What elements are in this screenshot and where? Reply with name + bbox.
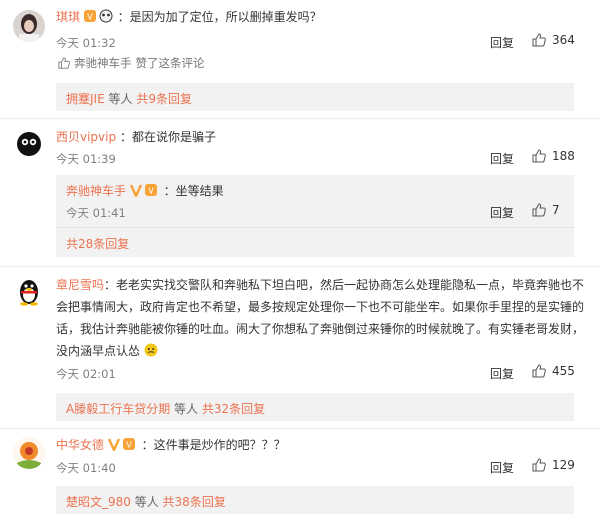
vip-badge-icon: V (107, 437, 138, 454)
replies-user[interactable]: 拥蹇JIE (66, 92, 105, 106)
sub-reply-time: 今天 01:41 (66, 206, 126, 220)
thumbs-up-icon (532, 458, 546, 472)
liked-by-user[interactable]: 奔驰神车手 (74, 55, 132, 71)
thumbs-up-icon (532, 33, 546, 47)
avatar-flower-icon (13, 437, 45, 469)
avatar[interactable] (13, 127, 45, 159)
divider (0, 428, 600, 429)
sub-reply-box: 奔驰神车手 V ：坐等结果 今天 01:41 回复 7 共28条回复 (56, 175, 574, 257)
like-button[interactable]: 129 (532, 458, 575, 472)
comment-text: ：都在说你是骗子 (119, 130, 216, 144)
liked-by-text: 赞了这条评论 (135, 56, 205, 70)
reply-button[interactable]: 回复 (490, 365, 514, 382)
divider (56, 227, 574, 228)
replies-count-link[interactable]: 共38条回复 (163, 495, 226, 509)
sub-like-count: 7 (552, 203, 560, 217)
comment-time: 今天 01:39 (56, 152, 116, 166)
divider (0, 266, 600, 267)
reply-button[interactable]: 回复 (490, 459, 514, 476)
like-count: 364 (552, 33, 575, 47)
username[interactable]: 琪琪 (56, 10, 80, 24)
like-count: 129 (552, 458, 575, 472)
comment-time: 今天 01:32 (56, 36, 116, 50)
vip-badge-icon: V (129, 183, 160, 200)
comment-text: ：老老实实找交警队和奔驰私下坦白吧，然后一起协商怎么处理能隐私一点，毕竟奔驰也不… (56, 278, 585, 358)
username[interactable]: 西贝vipvip (56, 130, 116, 144)
comment-time: 今天 01:40 (56, 461, 116, 475)
avatar[interactable] (13, 10, 45, 42)
comment-text: ：这件事是炒作的吧？？？ (141, 438, 286, 452)
avatar-qq-penguin-icon (13, 275, 45, 307)
avatar-soot-sprite-icon (13, 127, 45, 159)
replies-count-link[interactable]: 共28条回复 (66, 235, 129, 252)
emoji-icon (144, 342, 158, 364)
replies-summary[interactable]: A滕毅工行车贷分期 等人 共32条回复 (56, 393, 574, 421)
replies-etc: 等人 (170, 402, 202, 416)
replies-etc: 等人 (104, 92, 137, 106)
comment-text: ：是因为加了定位，所以删掉重发吗？ (117, 10, 322, 24)
like-button[interactable]: 455 (532, 364, 575, 378)
like-button[interactable]: 188 (532, 149, 575, 163)
svg-text:V: V (126, 441, 132, 450)
like-count: 188 (552, 149, 575, 163)
replies-etc: 等人 (130, 495, 163, 509)
sub-reply-username[interactable]: 奔驰神车手 (66, 184, 126, 198)
thumbs-up-icon (532, 364, 546, 378)
avatar[interactable] (13, 275, 45, 307)
replies-count-link[interactable]: 共9条回复 (136, 92, 192, 106)
like-button[interactable]: 364 (532, 33, 575, 47)
sub-like-button[interactable]: 7 (532, 203, 560, 217)
avatar[interactable] (13, 437, 45, 469)
reply-button[interactable]: 回复 (490, 150, 514, 167)
reply-button[interactable]: 回复 (490, 34, 514, 51)
replies-user[interactable]: 楚昭文_980 (66, 495, 131, 509)
username[interactable]: 中华女德 (56, 438, 104, 452)
comment-time: 今天 02:01 (56, 367, 116, 381)
avatar-photo-icon (13, 10, 45, 42)
thumbs-up-icon (532, 203, 546, 217)
replies-count-link[interactable]: 共32条回复 (202, 402, 265, 416)
divider (0, 118, 600, 119)
like-count: 455 (552, 364, 575, 378)
username[interactable]: 章尼雪吗 (56, 278, 104, 292)
svg-text:V: V (148, 187, 154, 196)
thumbs-up-icon (58, 57, 70, 69)
thumbs-up-icon (532, 149, 546, 163)
sub-reply-button[interactable]: 回复 (490, 204, 514, 221)
vip-badge-icon: V (83, 9, 114, 26)
sub-reply-text: ：坐等结果 (163, 184, 224, 198)
liked-by-row: 奔驰神车手 赞了这条评论 (58, 55, 205, 71)
replies-summary[interactable]: 拥蹇JIE 等人 共9条回复 (56, 83, 574, 111)
replies-user[interactable]: A滕毅工行车贷分期 (66, 402, 170, 416)
svg-text:V: V (87, 13, 93, 22)
replies-summary[interactable]: 楚昭文_980 等人 共38条回复 (56, 486, 574, 514)
